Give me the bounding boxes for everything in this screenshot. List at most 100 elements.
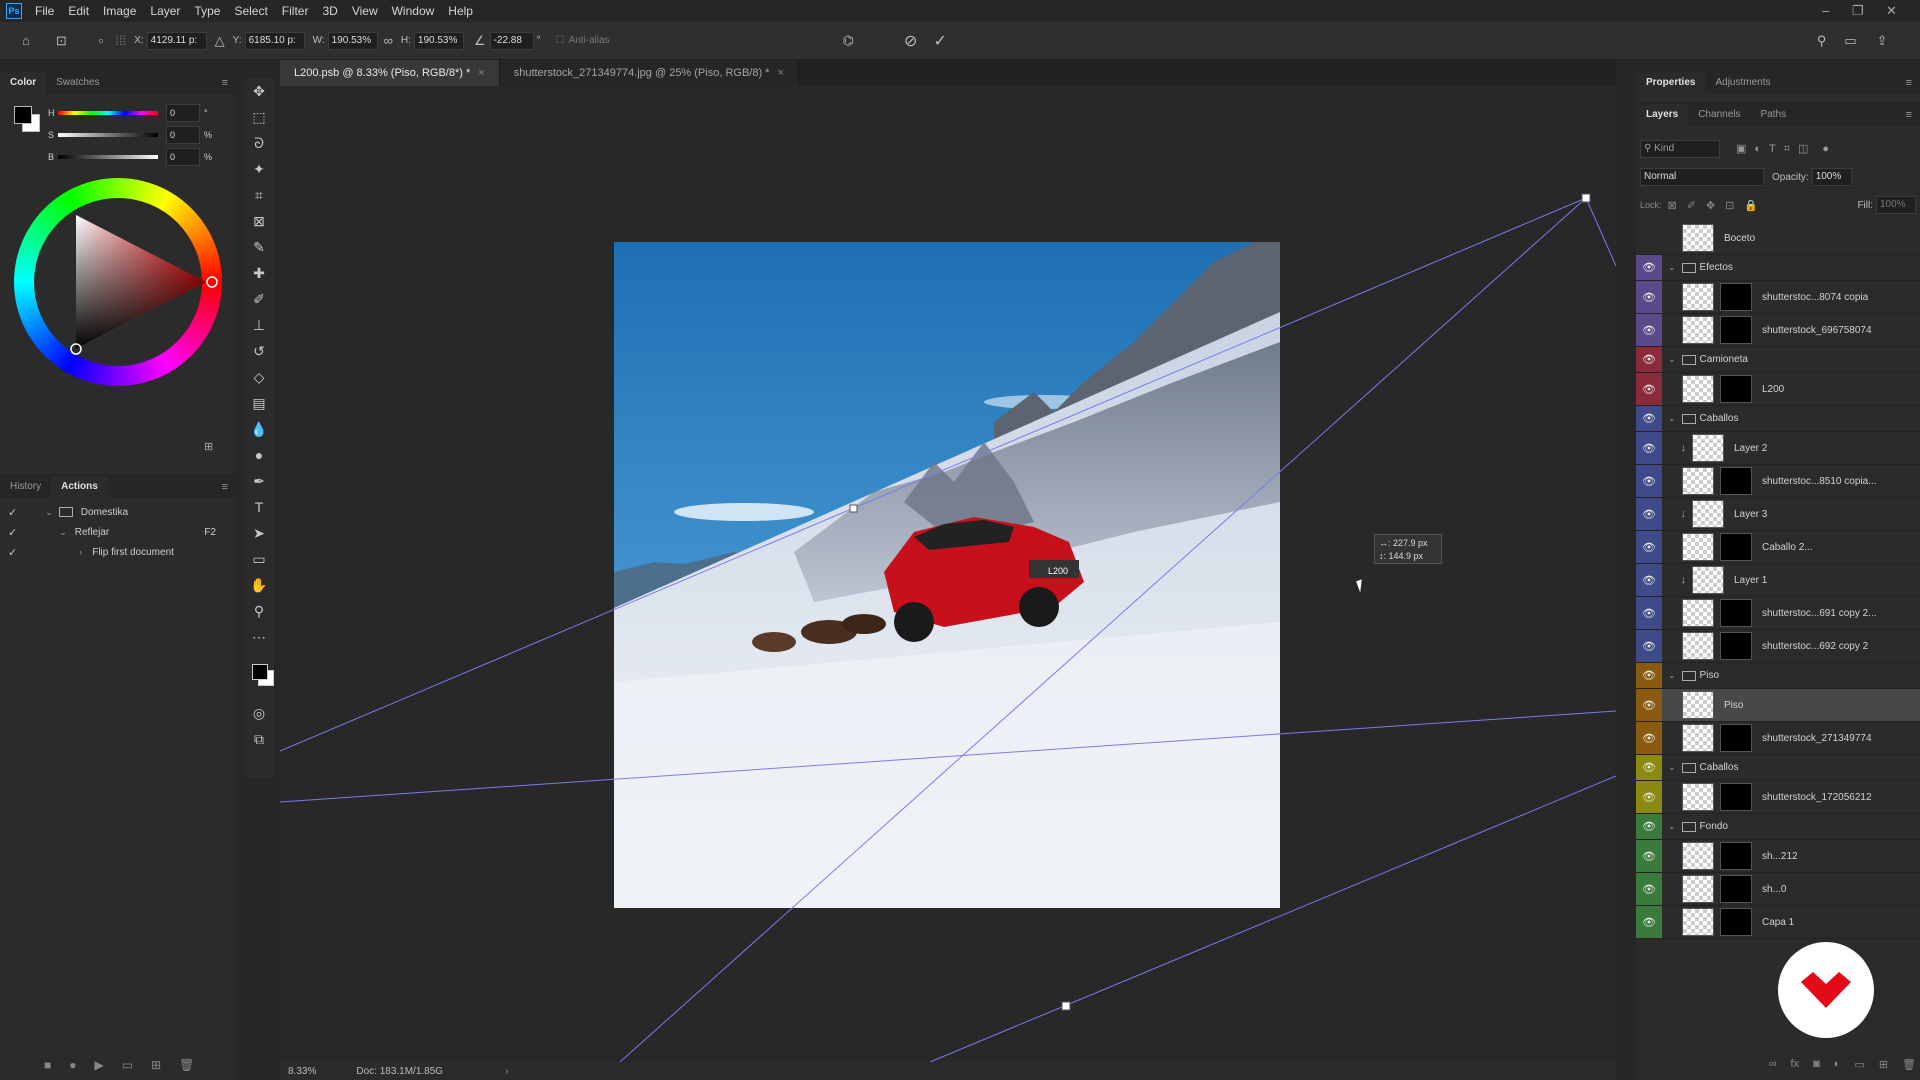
- lasso-icon[interactable]: ᘐ: [244, 130, 274, 156]
- warp-icon[interactable]: ⌬: [843, 33, 854, 49]
- transform-handle[interactable]: [849, 504, 858, 513]
- link-layers-icon[interactable]: ∞: [1769, 1058, 1777, 1071]
- layer-name[interactable]: Camioneta: [1700, 354, 1748, 365]
- layer-name[interactable]: L200: [1762, 384, 1784, 395]
- lock-icons[interactable]: ⊠✐✥⊡🔒: [1668, 199, 1769, 212]
- eye-icon[interactable]: 👁: [1642, 761, 1656, 774]
- layer-thumbnail[interactable]: [1682, 691, 1714, 719]
- layer-group-row[interactable]: 👁 ⌄ Fondo: [1636, 814, 1920, 840]
- chevron-down-icon[interactable]: ⌄: [1668, 354, 1676, 365]
- menu-3d[interactable]: 3D: [315, 0, 344, 22]
- eye-icon[interactable]: 👁: [1642, 916, 1656, 929]
- layer-row[interactable]: 👁 shutterstoc...8510 copia...: [1636, 465, 1920, 498]
- layer-group-row[interactable]: 👁 ⌄ Efectos: [1636, 255, 1920, 281]
- visibility-toggle[interactable]: 👁: [1636, 840, 1662, 872]
- expand-panel-icon[interactable]: ⊞: [204, 440, 213, 453]
- menu-edit[interactable]: Edit: [61, 0, 96, 22]
- layer-row[interactable]: 👁 shutterstock_271349774: [1636, 722, 1920, 755]
- menu-view[interactable]: View: [345, 0, 385, 22]
- check-icon[interactable]: ✓: [8, 546, 17, 559]
- layer-name[interactable]: Caballos: [1700, 762, 1739, 773]
- layer-thumbnail[interactable]: [1682, 283, 1714, 311]
- new-group-icon[interactable]: ▭: [1854, 1058, 1864, 1071]
- chevron-down-icon[interactable]: ⌄: [1668, 262, 1676, 273]
- layer-name[interactable]: shutterstoc...8074 copia: [1762, 292, 1868, 303]
- link-icon[interactable]: ∞: [384, 33, 393, 48]
- doc-tab-shutterstock[interactable]: shutterstock_271349774.jpg @ 25% (Piso, …: [499, 60, 799, 86]
- clone-stamp-icon[interactable]: ⊥: [244, 312, 274, 338]
- eye-icon[interactable]: 👁: [1642, 291, 1656, 304]
- eye-icon[interactable]: 👁: [1642, 353, 1656, 366]
- layer-name[interactable]: shutterstoc...8510 copia...: [1762, 476, 1877, 487]
- visibility-toggle[interactable]: 👁: [1636, 630, 1662, 662]
- panel-menu-icon[interactable]: ≡: [1906, 104, 1912, 126]
- layer-thumbnail[interactable]: [1682, 599, 1714, 627]
- new-set-icon[interactable]: ▭: [122, 1058, 133, 1072]
- chevron-down-icon[interactable]: ⌄: [1668, 670, 1676, 681]
- layer-mask-thumbnail[interactable]: [1720, 842, 1752, 870]
- trash-icon[interactable]: 🗑: [179, 1058, 194, 1072]
- layer-group-row[interactable]: 👁 ⌄ Camioneta: [1636, 347, 1920, 373]
- layer-thumbnail[interactable]: [1682, 533, 1714, 561]
- visibility-toggle[interactable]: 👁: [1636, 663, 1662, 688]
- tab-adjustments[interactable]: Adjustments: [1705, 72, 1780, 94]
- tab-history[interactable]: History: [0, 476, 51, 498]
- check-icon[interactable]: ✓: [8, 526, 17, 539]
- visibility-toggle[interactable]: 👁: [1636, 281, 1662, 313]
- hue-slider[interactable]: [58, 111, 158, 115]
- visibility-toggle[interactable]: 👁: [1636, 564, 1662, 596]
- menu-file[interactable]: File: [28, 0, 61, 22]
- chevron-down-icon[interactable]: ⌄: [1668, 762, 1676, 773]
- layer-mask-thumbnail[interactable]: [1720, 599, 1752, 627]
- layer-name[interactable]: shutterstock_696758074: [1762, 325, 1872, 336]
- check-icon[interactable]: ✓: [8, 506, 17, 519]
- layer-thumbnail[interactable]: [1682, 908, 1714, 936]
- chevron-right-icon[interactable]: ›: [79, 547, 82, 557]
- color-triangle[interactable]: [14, 178, 222, 386]
- width-field[interactable]: 190.53%: [327, 31, 378, 50]
- foreground-swatch[interactable]: [14, 106, 32, 124]
- tab-layers[interactable]: Layers: [1636, 104, 1689, 126]
- eye-icon[interactable]: 👁: [1642, 475, 1656, 488]
- layer-row[interactable]: 👁 shutterstock_172056212: [1636, 781, 1920, 814]
- layer-thumbnail[interactable]: [1682, 375, 1714, 403]
- layer-group-row[interactable]: 👁 ⌄ Caballos: [1636, 406, 1920, 432]
- visibility-toggle[interactable]: 👁: [1636, 373, 1662, 405]
- close-tab-icon[interactable]: ×: [478, 67, 484, 79]
- layer-name[interactable]: shutterstock_271349774: [1762, 733, 1872, 744]
- filter-icons[interactable]: ▣◐T⌗◫: [1736, 142, 1816, 156]
- layer-thumbnail[interactable]: [1692, 566, 1724, 594]
- visibility-toggle[interactable]: 👁: [1636, 314, 1662, 346]
- antialias-checkbox[interactable]: ☐: [556, 35, 565, 46]
- layer-thumbnail[interactable]: [1682, 224, 1714, 252]
- layer-row[interactable]: 👁 Capa 1: [1636, 906, 1920, 939]
- marquee-icon[interactable]: ⬚: [244, 104, 274, 130]
- tab-paths[interactable]: Paths: [1751, 104, 1797, 126]
- b-field[interactable]: 0: [166, 148, 200, 166]
- brightness-slider[interactable]: [58, 155, 158, 159]
- layer-mask-thumbnail[interactable]: [1720, 316, 1752, 344]
- layer-row[interactable]: 👁 shutterstoc...8074 copia: [1636, 281, 1920, 314]
- layer-thumbnail[interactable]: [1692, 434, 1724, 462]
- layer-row[interactable]: 👁 sh...212: [1636, 840, 1920, 873]
- blend-mode-select[interactable]: Normal: [1640, 168, 1764, 186]
- menu-window[interactable]: Window: [385, 0, 442, 22]
- layer-name[interactable]: Layer 2: [1734, 443, 1767, 454]
- delta-icon[interactable]: △: [215, 33, 225, 49]
- visibility-toggle[interactable]: 👁: [1636, 906, 1662, 938]
- panel-menu-icon[interactable]: ≡: [1906, 72, 1912, 94]
- action-row[interactable]: ✓ ⌄ Reflejar F2: [0, 522, 236, 542]
- visibility-toggle[interactable]: 👁: [1636, 255, 1662, 280]
- layer-mask-thumbnail[interactable]: [1720, 533, 1752, 561]
- panel-menu-icon[interactable]: ≡: [222, 72, 228, 94]
- layer-name[interactable]: Boceto: [1724, 233, 1755, 244]
- eye-icon[interactable]: 👁: [1642, 883, 1656, 896]
- layer-name[interactable]: sh...0: [1762, 884, 1786, 895]
- crop-icon[interactable]: ⌗: [244, 182, 274, 208]
- layer-thumbnail[interactable]: [1682, 875, 1714, 903]
- move-icon[interactable]: ✥: [244, 78, 274, 104]
- tab-channels[interactable]: Channels: [1688, 104, 1750, 126]
- layer-row[interactable]: 👁 ↓ Layer 2: [1636, 432, 1920, 465]
- eye-icon[interactable]: 👁: [1642, 607, 1656, 620]
- eye-icon[interactable]: 👁: [1642, 261, 1656, 274]
